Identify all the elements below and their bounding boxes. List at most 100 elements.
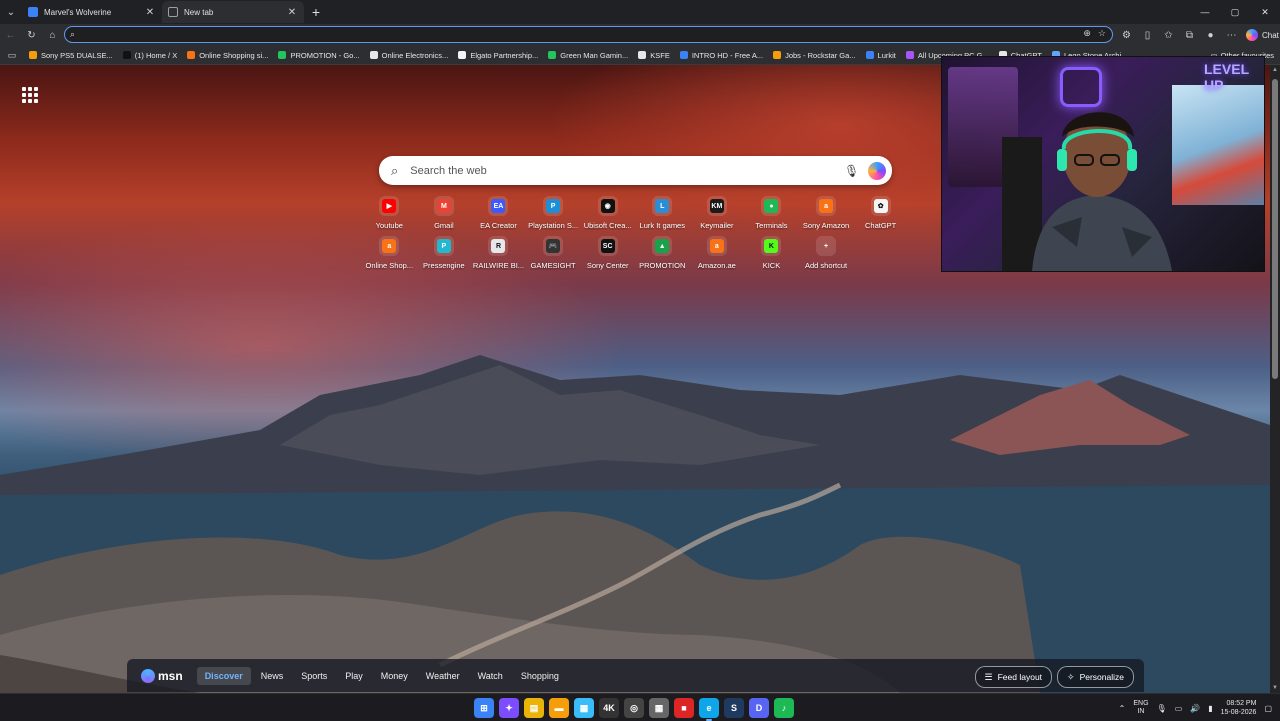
taskbar-start-icon[interactable]: ⊞ [474, 698, 494, 718]
taskbar-edge-icon[interactable]: e [699, 698, 719, 721]
bookmark-item[interactable]: Green Man Gamin... [543, 46, 633, 64]
shortcut-tile[interactable]: ◉ Ubisoft Crea... [580, 196, 635, 230]
taskbar-obs-icon[interactable]: ◎ [624, 698, 644, 718]
taskbar-steam-icon[interactable]: S [724, 698, 744, 718]
collections-icon[interactable]: ⧉ [1179, 24, 1200, 46]
add-shortcut-button[interactable]: + Add shortcut [799, 236, 854, 270]
msn-tab-shopping[interactable]: Shopping [513, 667, 567, 685]
tab-actions-menu-icon[interactable]: ⌄ [0, 1, 22, 23]
shortcut-tile[interactable]: a Amazon.ae [690, 236, 745, 270]
bookmark-item[interactable]: Jobs - Rockstar Ga... [768, 46, 860, 64]
address-input[interactable] [79, 28, 1112, 41]
shortcut-tile[interactable]: ✿ ChatGPT [853, 196, 908, 230]
msn-tab-news[interactable]: News [253, 667, 292, 685]
bookmark-item[interactable]: INTRO HD - Free A... [675, 46, 768, 64]
apps-launcher-icon[interactable] [22, 87, 38, 103]
shortcut-tile[interactable]: KM Keymailer [690, 196, 745, 230]
profile-icon[interactable]: ● [1200, 24, 1221, 46]
minimize-button[interactable]: — [1190, 0, 1220, 24]
feed-layout-button[interactable]: ☰ Feed layout [974, 666, 1053, 688]
msn-logo[interactable]: msn [141, 668, 183, 683]
shortcut-tile[interactable]: ▶ Youtube [362, 196, 417, 230]
shortcut-tile[interactable]: P Pressengine [417, 236, 472, 270]
notifications-icon[interactable]: ▢ [1264, 704, 1272, 713]
clock[interactable]: 08:52 PM 15-08-2026 [1221, 699, 1257, 717]
shortcut-tile[interactable]: K KICK [744, 236, 799, 270]
taskbar-file-explorer-icon[interactable]: ▬ [549, 698, 569, 718]
msn-tab-discover[interactable]: Discover [196, 666, 251, 685]
shortcut-tile[interactable]: ▲ PROMOTION [635, 236, 690, 270]
scroll-down-icon[interactable]: ▼ [1270, 683, 1280, 693]
more-options-icon[interactable]: ⋯ [1221, 24, 1242, 46]
taskbar-red-app-icon[interactable]: ■ [674, 698, 694, 718]
bookmark-item[interactable]: Online Electronics... [365, 46, 454, 64]
close-window-button[interactable]: ✕ [1250, 0, 1280, 24]
bookmark-item[interactable]: Sony PS5 DUALSE... [24, 46, 118, 64]
refresh-icon[interactable]: ↻ [21, 24, 42, 46]
search-input[interactable] [408, 163, 844, 178]
taskbar-copilot-icon[interactable]: ✦ [499, 698, 519, 718]
scrollbar-thumb[interactable] [1272, 79, 1278, 379]
msn-tab-money[interactable]: Money [373, 667, 416, 685]
copilot-chat-button[interactable]: Chat [1246, 29, 1279, 41]
taskbar-calculator-icon[interactable]: ▦ [649, 698, 669, 718]
tab-strip: ⌄ Marvel's Wolverine ✕ New tab ✕ + — ▢ ✕ [0, 0, 1280, 24]
language-indicator[interactable]: ENG IN [1133, 700, 1148, 716]
volume-icon[interactable]: 🔊 [1190, 704, 1200, 713]
split-screen-icon[interactable]: ▯ [1137, 24, 1158, 46]
taskbar-spotify-icon[interactable]: ♪ [774, 698, 794, 718]
taskbar-photos-icon[interactable]: ▦ [574, 698, 594, 718]
bookmark-item[interactable]: Elgato Partnership... [453, 46, 543, 64]
web-search-box[interactable]: ⌕ 🎙 [379, 156, 892, 185]
close-tab-icon[interactable]: ✕ [144, 7, 156, 18]
page-scrollbar[interactable]: ▲ ▼ [1270, 65, 1280, 693]
msn-tab-play[interactable]: Play [337, 667, 371, 685]
address-bar[interactable]: ⌕ ⊕ ☆ [64, 26, 1113, 43]
bookmark-item[interactable]: Lurkit [861, 46, 901, 64]
shortcut-tile[interactable]: EA EA Creator [471, 196, 526, 230]
taskbar-discord-icon[interactable]: D [749, 698, 769, 718]
shortcut-tile[interactable]: ● Terminals [744, 196, 799, 230]
scroll-up-icon[interactable]: ▲ [1270, 65, 1280, 75]
shortcut-tile[interactable]: SC Sony Center [580, 236, 635, 270]
bookmarks-menu-icon[interactable]: ▭ [0, 50, 24, 61]
bookmark-item[interactable]: PROMOTION - Go... [273, 46, 364, 64]
zoom-icon[interactable]: ⊕ [1083, 28, 1091, 39]
shortcut-tile[interactable]: L Lurk It games [635, 196, 690, 230]
close-tab-icon[interactable]: ✕ [286, 7, 298, 18]
favorites-icon[interactable]: ✩ [1158, 24, 1179, 46]
bookmark-item[interactable]: (1) Home / X [118, 46, 183, 64]
shortcut-tile[interactable]: R RAILWIRE BI... [471, 236, 526, 270]
msn-tab-watch[interactable]: Watch [470, 667, 511, 685]
msn-tab-weather[interactable]: Weather [418, 667, 468, 685]
taskbar-notes-icon[interactable]: ▤ [524, 698, 544, 718]
extensions-icon[interactable]: ⚙ [1116, 24, 1137, 46]
shortcut-icon: L [655, 199, 670, 213]
maximize-button[interactable]: ▢ [1220, 0, 1250, 24]
microphone-icon[interactable]: 🎙 [844, 164, 859, 178]
bookmark-item[interactable]: KSFE [633, 46, 675, 64]
bookmark-item[interactable]: Online Shopping si... [182, 46, 273, 64]
back-icon[interactable]: ← [0, 24, 21, 46]
favorite-star-icon[interactable]: ☆ [1098, 28, 1106, 39]
tray-overflow-icon[interactable]: ⌃ [1119, 704, 1126, 713]
shortcut-tile[interactable]: a Online Shop... [362, 236, 417, 270]
home-icon[interactable]: ⌂ [42, 24, 63, 46]
new-tab-button[interactable]: + [304, 1, 328, 23]
tab-new-tab[interactable]: New tab ✕ [162, 1, 304, 23]
shortcut-tile-frame: KM [706, 196, 727, 216]
bookmark-favicon-icon [278, 51, 287, 59]
copilot-search-icon[interactable] [868, 161, 886, 180]
msn-tab-sports[interactable]: Sports [293, 667, 335, 685]
personalize-button[interactable]: ✧ Personalize [1057, 666, 1134, 688]
network-icon[interactable]: ▭ [1175, 704, 1183, 713]
shortcut-tile[interactable]: a Sony Amazon [799, 196, 854, 230]
battery-icon[interactable]: ▮ [1208, 704, 1212, 713]
shortcut-tile[interactable]: 🎮 GAMESIGHT [526, 236, 581, 270]
shortcut-label: Add shortcut [804, 261, 848, 270]
shortcut-tile[interactable]: M Gmail [417, 196, 472, 230]
taskbar-4k-icon[interactable]: 4K [599, 698, 619, 718]
shortcut-tile[interactable]: P Playstation S... [526, 196, 581, 230]
tab-marvels-wolverine[interactable]: Marvel's Wolverine ✕ [22, 1, 162, 23]
microphone-tray-icon[interactable]: 🎙 [1157, 704, 1167, 713]
